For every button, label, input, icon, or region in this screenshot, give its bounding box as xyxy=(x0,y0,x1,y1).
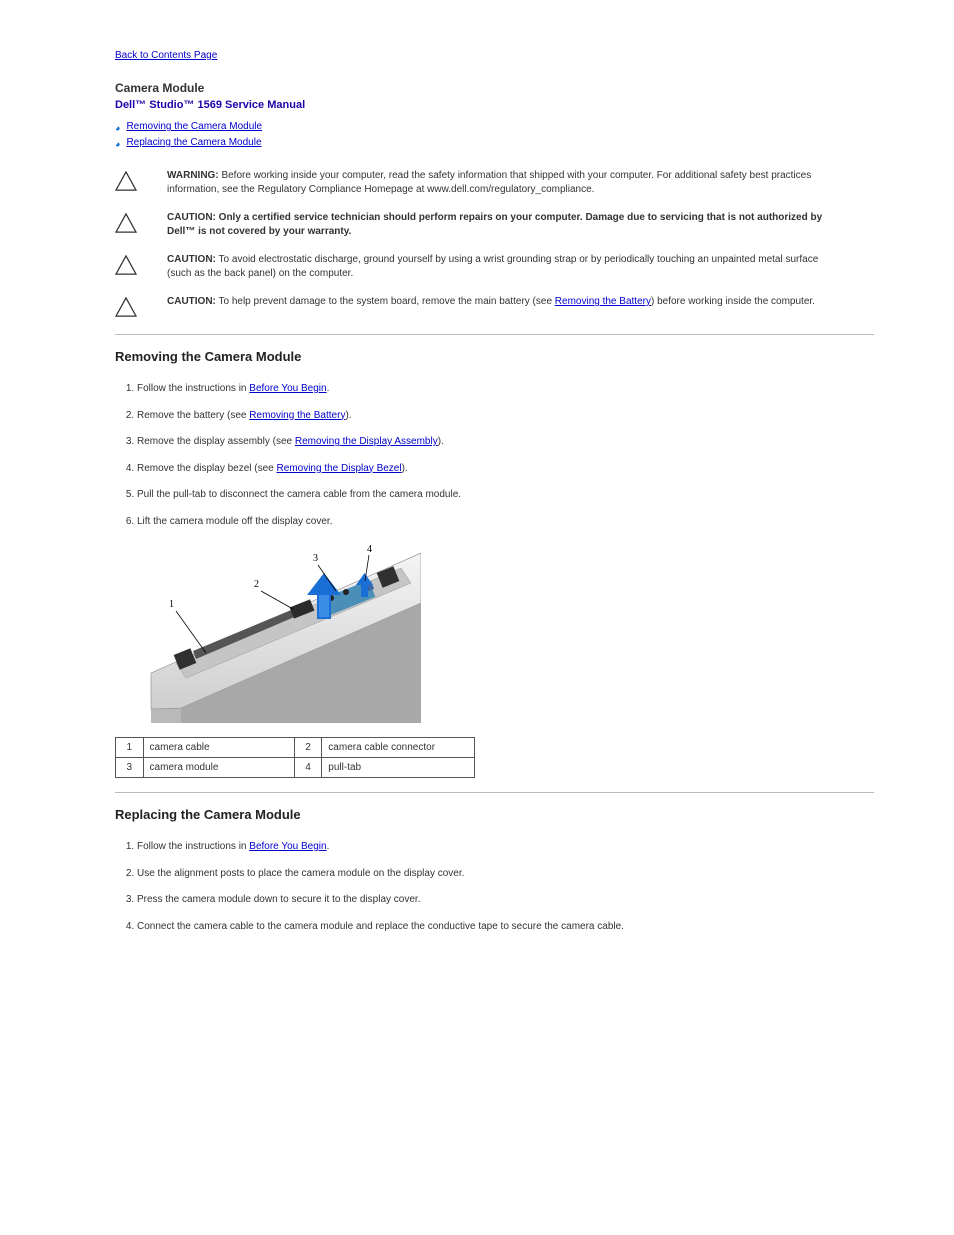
page-title: Camera Module xyxy=(115,81,874,95)
caution-lead: CAUTION: xyxy=(167,254,216,265)
caution-icon xyxy=(115,213,141,236)
back-to-contents-link[interactable]: Back to Contents Page xyxy=(115,50,217,61)
step-text: Lift the camera module off the display c… xyxy=(137,516,332,527)
caution-bold-body: Only a certified service technician shou… xyxy=(167,212,822,237)
step-item: Follow the instructions in Before You Be… xyxy=(137,840,874,855)
caution-body: To avoid electrostatic discharge, ground… xyxy=(167,254,818,279)
svg-text:4: 4 xyxy=(367,544,372,555)
step-text: Pull the pull-tab to disconnect the came… xyxy=(137,489,461,500)
warning-icon xyxy=(115,171,141,194)
step-text: Press the camera module down to secure i… xyxy=(137,894,420,905)
inline-remove-display-assembly-link[interactable]: Removing the Display Assembly xyxy=(295,436,438,447)
inline-remove-battery-link[interactable]: Removing the Battery xyxy=(249,410,345,421)
step-text-before: Remove the battery (see xyxy=(137,410,249,421)
table-row: 1 camera cable 2 camera cable connector xyxy=(116,738,475,758)
part-number: 4 xyxy=(294,758,322,778)
step-text: Use the alignment posts to place the cam… xyxy=(137,868,464,879)
remove-heading: Removing the Camera Module xyxy=(115,349,874,364)
part-label: camera cable xyxy=(143,738,294,758)
warning-lead: WARNING: xyxy=(167,170,219,181)
caution-block: CAUTION: Only a certified service techni… xyxy=(115,211,874,239)
part-number: 3 xyxy=(116,758,144,778)
mini-toc-item: ◕ Replacing the Camera Module xyxy=(115,137,874,151)
step-item: Pull the pull-tab to disconnect the came… xyxy=(137,488,874,503)
toc-link-replace[interactable]: Replacing the Camera Module xyxy=(126,137,261,148)
part-number: 2 xyxy=(294,738,322,758)
step-item: Lift the camera module off the display c… xyxy=(137,515,874,530)
step-item: Press the camera module down to secure i… xyxy=(137,893,874,908)
step-text-after: ). xyxy=(438,436,444,447)
bullet-icon: ◕ xyxy=(115,137,120,151)
step-text-before: Follow the instructions in xyxy=(137,841,249,852)
step-text-after: . xyxy=(327,841,330,852)
divider xyxy=(115,334,874,335)
svg-text:3: 3 xyxy=(313,553,318,564)
table-row: 3 camera module 4 pull-tab xyxy=(116,758,475,778)
replace-heading: Replacing the Camera Module xyxy=(115,807,874,822)
mini-toc-item: ◕ Removing the Camera Module xyxy=(115,121,874,135)
parts-table: 1 camera cable 2 camera cable connector … xyxy=(115,737,475,778)
caution-icon xyxy=(115,255,141,278)
caution-body-before: To help prevent damage to the system boa… xyxy=(219,296,555,307)
inline-remove-display-bezel-link[interactable]: Removing the Display Bezel xyxy=(277,463,402,474)
inline-remove-battery-link[interactable]: Removing the Battery xyxy=(555,296,651,307)
step-text: Connect the camera cable to the camera m… xyxy=(137,921,624,932)
step-item: Remove the display assembly (see Removin… xyxy=(137,435,874,450)
step-text-before: Remove the display bezel (see xyxy=(137,463,277,474)
step-text-after: . xyxy=(327,383,330,394)
svg-text:2: 2 xyxy=(254,579,259,590)
mini-toc: ◕ Removing the Camera Module ◕ Replacing… xyxy=(115,121,874,151)
part-label: camera module xyxy=(143,758,294,778)
step-text-before: Remove the display assembly (see xyxy=(137,436,295,447)
warning-body: Before working inside your computer, rea… xyxy=(167,170,811,195)
caution-text: CAUTION: To avoid electrostatic discharg… xyxy=(167,253,844,281)
caution-body-after: ) before working inside the computer. xyxy=(651,296,815,307)
step-item: Remove the battery (see Removing the Bat… xyxy=(137,409,874,424)
inline-before-you-begin-link[interactable]: Before You Begin xyxy=(249,841,326,852)
caution-text: CAUTION: Only a certified service techni… xyxy=(167,211,844,239)
part-label: pull-tab xyxy=(322,758,475,778)
manual-title: Dell™ Studio™ 1569 Service Manual xyxy=(115,99,874,111)
warning-text: WARNING: Before working inside your comp… xyxy=(167,169,844,197)
part-label: camera cable connector xyxy=(322,738,475,758)
step-item: Use the alignment posts to place the cam… xyxy=(137,867,874,882)
inline-before-you-begin-link[interactable]: Before You Begin xyxy=(249,383,326,394)
step-text-after: ). xyxy=(345,410,351,421)
remove-steps: Follow the instructions in Before You Be… xyxy=(115,382,874,529)
step-text-before: Follow the instructions in xyxy=(137,383,249,394)
caution-block: CAUTION: To help prevent damage to the s… xyxy=(115,295,874,320)
camera-module-figure: 1 2 3 4 xyxy=(121,543,874,723)
divider xyxy=(115,792,874,793)
step-item: Remove the display bezel (see Removing t… xyxy=(137,462,874,477)
toc-link-remove[interactable]: Removing the Camera Module xyxy=(126,121,262,132)
caution-block: CAUTION: To avoid electrostatic discharg… xyxy=(115,253,874,281)
step-item: Connect the camera cable to the camera m… xyxy=(137,920,874,935)
part-number: 1 xyxy=(116,738,144,758)
caution-text: CAUTION: To help prevent damage to the s… xyxy=(167,295,844,309)
warning-block: WARNING: Before working inside your comp… xyxy=(115,169,874,197)
caution-icon xyxy=(115,297,141,320)
caution-lead: CAUTION: xyxy=(167,212,216,223)
step-item: Follow the instructions in Before You Be… xyxy=(137,382,874,397)
bullet-icon: ◕ xyxy=(115,121,120,135)
replace-steps: Follow the instructions in Before You Be… xyxy=(115,840,874,934)
step-text-after: ). xyxy=(402,463,408,474)
svg-text:1: 1 xyxy=(169,599,174,610)
caution-lead: CAUTION: xyxy=(167,296,216,307)
